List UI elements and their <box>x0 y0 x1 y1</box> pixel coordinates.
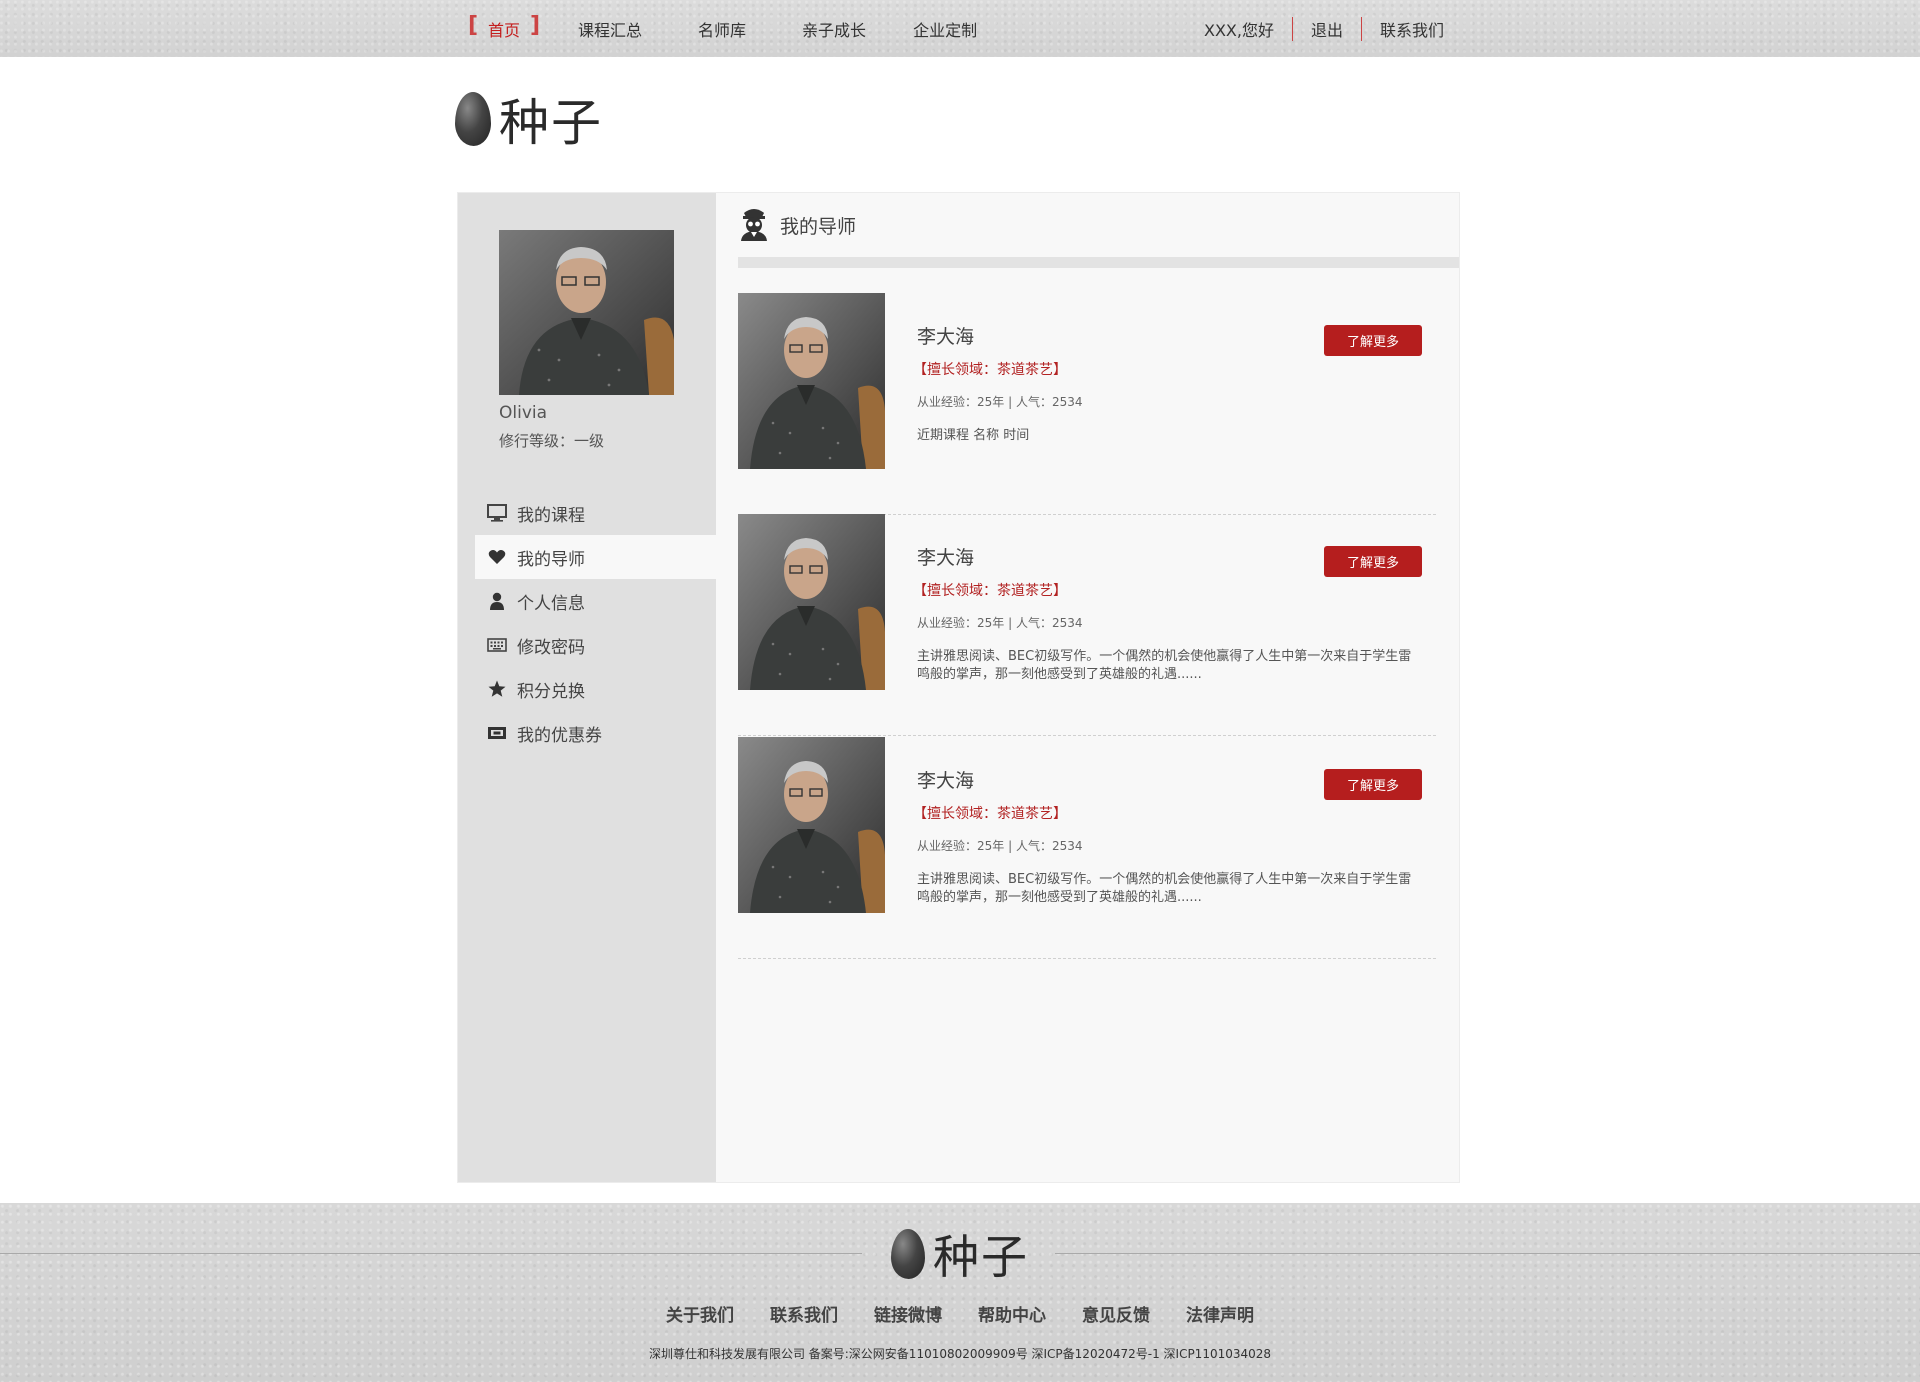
ticket-icon <box>487 723 507 743</box>
mentor-meta: 从业经验：25年 | 人气：2534 <box>917 616 1083 630</box>
nav-courses[interactable]: 课程汇总 <box>578 17 642 41</box>
keyboard-icon <box>487 635 507 655</box>
footer-divider <box>0 1253 862 1254</box>
nav-parenting[interactable]: 亲子成长 <box>802 17 866 41</box>
sidebar-menu: 我的课程 我的导师 个人信息 修改密码 积分兑换 我的优惠券 <box>475 491 716 755</box>
footer-link-help[interactable]: 帮助中心 <box>978 1301 1046 1326</box>
footer-logo-text: 种子 <box>933 1230 1029 1284</box>
sidebar-item-my-courses[interactable]: 我的课程 <box>475 491 716 535</box>
footer-links: 关于我们 联系我们 链接微博 帮助中心 意见反馈 法律声明 <box>0 1301 1920 1326</box>
nav-enterprise[interactable]: 企业定制 <box>913 17 977 41</box>
sidebar-item-label: 我的优惠券 <box>517 725 602 746</box>
mentor-photo <box>738 514 885 690</box>
sidebar-item-label: 我的课程 <box>517 505 585 526</box>
mentor-card: 李大海 【擅长领域：茶道茶艺】 从业经验：25年 | 人气：2534 主讲雅思阅… <box>738 737 1436 959</box>
sidebar-item-points-exchange[interactable]: 积分兑换 <box>475 667 716 711</box>
footer-link-legal[interactable]: 法律声明 <box>1186 1301 1254 1326</box>
sidebar-item-label: 个人信息 <box>517 593 585 614</box>
sidebar: Olivia 修行等级：一级 我的课程 我的导师 个人信息 修改密码 积分兑换 … <box>458 193 716 1182</box>
nav-home-label: 首页 <box>488 20 521 40</box>
sidebar-item-label: 修改密码 <box>517 637 585 658</box>
footer-link-feedback[interactable]: 意见反馈 <box>1082 1301 1150 1326</box>
learn-more-button[interactable]: 了解更多 <box>1324 546 1422 577</box>
footer-link-contact[interactable]: 联系我们 <box>770 1301 838 1326</box>
nav-teachers[interactable]: 名师库 <box>698 17 746 41</box>
monitor-icon <box>487 503 507 523</box>
mentor-photo <box>738 293 885 469</box>
main-panel: Olivia 修行等级：一级 我的课程 我的导师 个人信息 修改密码 积分兑换 … <box>457 192 1460 1183</box>
divider <box>1360 16 1362 41</box>
mentor-field: 【擅长领域：茶道茶艺】 <box>913 806 1067 822</box>
mentor-field: 【擅长领域：茶道茶艺】 <box>913 362 1067 378</box>
footer: 种子 关于我们 联系我们 链接微博 帮助中心 意见反馈 法律声明 深圳尊仕和科技… <box>0 1203 1920 1382</box>
avatar <box>499 230 674 395</box>
copyright: 深圳尊仕和科技发展有限公司 备案号:深公网安备11010802009909号 深… <box>648 1347 1272 1361</box>
footer-logo: 种子 <box>891 1221 1029 1287</box>
seed-logo-icon <box>891 1229 925 1279</box>
mentor-field: 【擅长领域：茶道茶艺】 <box>913 583 1067 599</box>
footer-link-weibo[interactable]: 链接微博 <box>874 1301 942 1326</box>
mentor-name: 李大海 <box>917 326 975 348</box>
greeting: XXX,您好 <box>1203 20 1274 40</box>
logo-text: 种子 <box>499 94 603 152</box>
mentor-name: 李大海 <box>917 770 975 792</box>
mentor-meta: 从业经验：25年 | 人气：2534 <box>917 395 1083 409</box>
content-area: 我的导师 李大海 【擅长领域：茶道茶艺】 从业经验：25年 | 人气：2534 … <box>716 193 1459 1182</box>
section-title: 我的导师 <box>780 216 857 238</box>
footer-divider <box>1055 1253 1920 1254</box>
divider <box>1291 16 1293 41</box>
learn-more-button[interactable]: 了解更多 <box>1324 325 1422 356</box>
logout-link[interactable]: 退出 <box>1311 17 1343 41</box>
star-icon <box>487 679 507 699</box>
main-nav: [ 首页 ] 课程汇总 名师库 亲子成长 企业定制 <box>468 0 977 57</box>
mentor-meta: 从业经验：25年 | 人气：2534 <box>917 839 1083 853</box>
footer-link-about[interactable]: 关于我们 <box>666 1301 734 1326</box>
sidebar-item-label: 我的导师 <box>517 549 585 570</box>
mentor-card: 李大海 【擅长领域：茶道茶艺】 从业经验：25年 | 人气：2534 主讲雅思阅… <box>738 514 1436 736</box>
mentor-desc: 近期课程 名称 时间 <box>917 428 1030 443</box>
section-divider-bar <box>738 257 1459 268</box>
user-name: Olivia <box>499 403 548 423</box>
bracket-right-icon: ] <box>529 12 541 38</box>
mentor-photo <box>738 737 885 913</box>
contact-link[interactable]: 联系我们 <box>1380 17 1444 41</box>
user-nav: XXX,您好 退出 联系我们 <box>1204 0 1444 57</box>
learn-more-button[interactable]: 了解更多 <box>1324 769 1422 800</box>
sidebar-item-coupons[interactable]: 我的优惠券 <box>475 711 716 755</box>
user-icon <box>487 591 507 611</box>
sidebar-item-label: 积分兑换 <box>517 681 585 702</box>
nav-home[interactable]: [ 首页 ] <box>468 13 540 41</box>
seed-logo-icon <box>455 92 491 146</box>
top-nav-bar: [ 首页 ] 课程汇总 名师库 亲子成长 企业定制 XXX,您好 退出 联系我们 <box>0 0 1920 57</box>
sidebar-item-profile[interactable]: 个人信息 <box>475 579 716 623</box>
heart-icon <box>487 547 507 567</box>
mentor-desc: 主讲雅思阅读、BEC初级写作。一个偶然的机会使他赢得了人生中第一次来自于学生雷鸣… <box>917 872 1412 905</box>
user-level: 修行等级：一级 <box>499 432 605 450</box>
mentor-card: 李大海 【擅长领域：茶道茶艺】 从业经验：25年 | 人气：2534 近期课程 … <box>738 293 1436 515</box>
mentor-name: 李大海 <box>917 547 975 569</box>
sidebar-item-my-mentors[interactable]: 我的导师 <box>475 535 716 579</box>
sidebar-item-change-password[interactable]: 修改密码 <box>475 623 716 667</box>
mentor-desc: 主讲雅思阅读、BEC初级写作。一个偶然的机会使他赢得了人生中第一次来自于学生雷鸣… <box>917 649 1412 682</box>
bracket-left-icon: [ <box>468 12 479 38</box>
site-logo[interactable]: 种子 <box>455 83 603 155</box>
section-header: 我的导师 <box>738 203 856 248</box>
mentor-icon <box>738 207 770 245</box>
